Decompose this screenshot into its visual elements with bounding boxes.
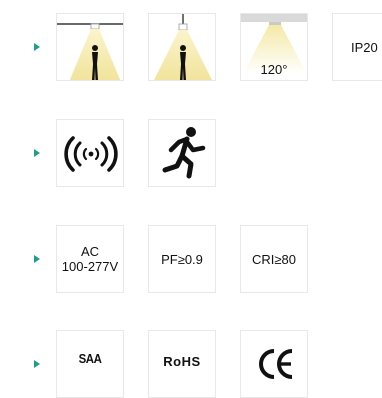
- ce-mark-icon: [240, 330, 308, 398]
- bullet-icon: [34, 43, 40, 51]
- saa-logo: SAA: [56, 330, 124, 398]
- ceiling-light-beam-icon: [56, 13, 124, 81]
- ip-rating-badge: IP20: [332, 13, 382, 81]
- voltage-label: AC 100-277V: [57, 244, 123, 274]
- rohs-logo: RoHS: [148, 330, 216, 398]
- ip-rating-label: IP20: [351, 40, 378, 55]
- cri-badge: CRI≥80: [240, 225, 308, 293]
- feature-row-certifications: SAA RoHS: [0, 330, 382, 398]
- rohs-logo-text: RoHS: [163, 354, 201, 369]
- pendant-light-beam-icon: [148, 13, 216, 81]
- bullet-icon: [34, 255, 40, 263]
- power-factor-label: PF≥0.9: [161, 252, 203, 267]
- feature-row-controls: [0, 119, 382, 187]
- feature-row-lighting: 120° IP20: [0, 13, 382, 81]
- voltage-type: AC: [80, 244, 100, 259]
- power-factor-badge: PF≥0.9: [148, 225, 216, 293]
- cri-label: CRI≥80: [252, 252, 296, 267]
- wireless-signal-icon: [56, 119, 124, 187]
- running-person-icon: [148, 119, 216, 187]
- beam-angle-icon: 120°: [240, 13, 308, 81]
- bullet-icon: [34, 149, 40, 157]
- beam-angle-label: 120°: [260, 62, 288, 77]
- voltage-badge: AC 100-277V: [56, 225, 124, 293]
- feature-row-electrical: AC 100-277V PF≥0.9 CRI≥80: [0, 225, 382, 293]
- bullet-icon: [34, 360, 40, 368]
- voltage-range: 100-277V: [61, 259, 119, 274]
- saa-logo-text: SAA: [78, 351, 102, 366]
